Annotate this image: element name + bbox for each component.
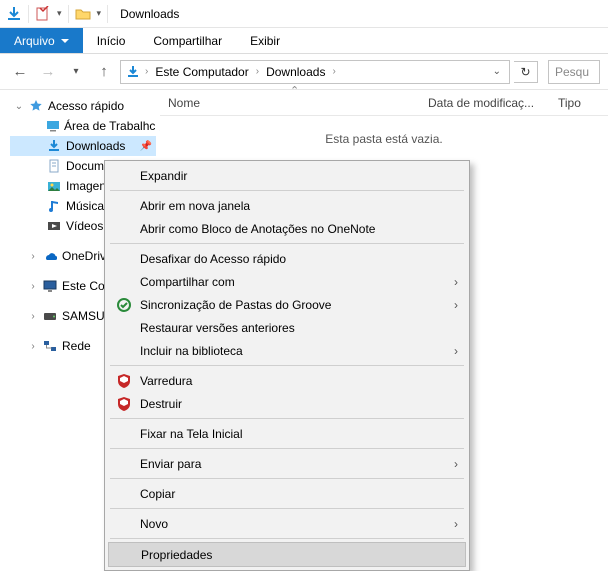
ctx-expand[interactable]: Expandir xyxy=(108,164,466,187)
ctx-open-new-window[interactable]: Abrir em nova janela xyxy=(108,194,466,217)
separator xyxy=(68,5,69,23)
breadcrumb-segment[interactable]: Downloads xyxy=(263,65,328,79)
mcafee-icon xyxy=(114,373,134,389)
ctx-groove-sync[interactable]: Sincronização de Pastas do Groove› xyxy=(108,293,466,316)
properties-quick-icon[interactable] xyxy=(35,6,51,22)
sort-indicator-icon: ⌃ xyxy=(290,84,299,97)
tab-home[interactable]: Início xyxy=(83,28,140,53)
onedrive-icon xyxy=(42,248,58,264)
chevron-down-icon[interactable]: ⌄ xyxy=(14,101,24,112)
window-title: Downloads xyxy=(120,7,179,21)
pin-icon: 📌 xyxy=(140,141,156,152)
separator xyxy=(110,478,464,479)
separator xyxy=(107,5,108,23)
tree-desktop[interactable]: Área de Trabalhc 📌 xyxy=(10,116,156,136)
column-headers: ⌃ Nome Data de modificaç... Tipo xyxy=(160,90,608,116)
breadcrumb-separator[interactable]: › xyxy=(143,66,150,77)
tree-label: Rede xyxy=(62,339,91,353)
ctx-new[interactable]: Novo› xyxy=(108,512,466,535)
refresh-button[interactable]: ↻ xyxy=(514,61,538,83)
separator xyxy=(110,448,464,449)
back-button[interactable]: ← xyxy=(8,60,32,84)
downloads-icon xyxy=(125,64,141,80)
empty-folder-text: Esta pasta está vazia. xyxy=(160,132,608,146)
chevron-right-icon: › xyxy=(454,298,458,312)
ctx-properties[interactable]: Propriedades xyxy=(108,542,466,567)
ctx-scan[interactable]: Varredura xyxy=(108,369,466,392)
ctx-share-with[interactable]: Compartilhar com› xyxy=(108,270,466,293)
tree-label: Música xyxy=(66,199,104,213)
videos-icon xyxy=(46,218,62,234)
nav-row: ← → ▾ ↑ › Este Computador › Downloads › … xyxy=(0,54,608,90)
ctx-onenote[interactable]: Abrir como Bloco de Anotações no OneNote xyxy=(108,217,466,240)
groove-icon xyxy=(114,297,134,313)
ctx-pin-start[interactable]: Fixar na Tela Inicial xyxy=(108,422,466,445)
ctx-copy[interactable]: Copiar xyxy=(108,482,466,505)
tree-label: Acesso rápido xyxy=(48,99,124,113)
ctx-include-library[interactable]: Incluir na biblioteca› xyxy=(108,339,466,362)
chevron-right-icon[interactable]: › xyxy=(28,251,38,262)
mcafee-icon xyxy=(114,396,134,412)
drive-icon xyxy=(42,308,58,324)
chevron-down-icon[interactable]: ▾ xyxy=(97,8,102,19)
tree-downloads[interactable]: Downloads 📌 xyxy=(10,136,156,156)
tab-share[interactable]: Compartilhar xyxy=(139,28,236,53)
ctx-unpin-quick-access[interactable]: Desafixar do Acesso rápido xyxy=(108,247,466,270)
downloads-icon xyxy=(46,138,62,154)
network-icon xyxy=(42,338,58,354)
chevron-right-icon[interactable]: › xyxy=(28,281,38,292)
separator xyxy=(110,190,464,191)
chevron-right-icon: › xyxy=(454,457,458,471)
tree-label: Downloads xyxy=(66,139,125,153)
desktop-icon xyxy=(46,118,60,134)
star-icon xyxy=(28,98,44,114)
separator xyxy=(110,538,464,539)
ctx-send-to[interactable]: Enviar para› xyxy=(108,452,466,475)
up-button[interactable]: ↑ xyxy=(92,60,116,84)
forward-button: → xyxy=(36,60,60,84)
breadcrumb-separator[interactable]: › xyxy=(330,66,337,77)
monitor-icon xyxy=(42,278,58,294)
tab-file[interactable]: Arquivo xyxy=(0,28,83,53)
chevron-right-icon[interactable]: › xyxy=(28,311,38,322)
tree-label: Área de Trabalhc xyxy=(64,119,155,133)
music-icon xyxy=(46,198,62,214)
pictures-icon xyxy=(46,178,62,194)
separator xyxy=(110,243,464,244)
chevron-down-icon[interactable]: ▾ xyxy=(57,8,62,19)
separator xyxy=(110,418,464,419)
ctx-destroy[interactable]: Destruir xyxy=(108,392,466,415)
chevron-right-icon: › xyxy=(454,344,458,358)
column-date[interactable]: Data de modificaç... xyxy=(420,96,550,110)
breadcrumb-segment[interactable]: Este Computador xyxy=(152,65,251,79)
column-type[interactable]: Tipo xyxy=(550,96,608,110)
context-menu: Expandir Abrir em nova janela Abrir como… xyxy=(104,160,470,571)
tab-view[interactable]: Exibir xyxy=(236,28,294,53)
separator xyxy=(110,508,464,509)
downloads-icon xyxy=(6,6,22,22)
address-dropdown[interactable]: ⌄ xyxy=(489,66,505,77)
recent-dropdown[interactable]: ▾ xyxy=(64,60,88,84)
title-bar: ▾ ▾ Downloads xyxy=(0,0,608,28)
column-name[interactable]: Nome xyxy=(160,96,420,110)
search-placeholder: Pesqu xyxy=(555,65,589,79)
separator xyxy=(110,365,464,366)
search-input[interactable]: Pesqu xyxy=(548,60,600,84)
chevron-right-icon: › xyxy=(454,517,458,531)
folder-icon xyxy=(75,6,91,22)
chevron-right-icon: › xyxy=(454,275,458,289)
separator xyxy=(28,5,29,23)
tree-quick-access[interactable]: ⌄ Acesso rápido xyxy=(10,96,156,116)
address-bar[interactable]: › Este Computador › Downloads › ⌄ xyxy=(120,60,510,84)
tree-label: Vídeos xyxy=(66,219,103,233)
breadcrumb-separator[interactable]: › xyxy=(254,66,261,77)
ribbon: Arquivo Início Compartilhar Exibir xyxy=(0,28,608,54)
chevron-right-icon[interactable]: › xyxy=(28,341,38,352)
documents-icon xyxy=(46,158,62,174)
ctx-restore-versions[interactable]: Restaurar versões anteriores xyxy=(108,316,466,339)
